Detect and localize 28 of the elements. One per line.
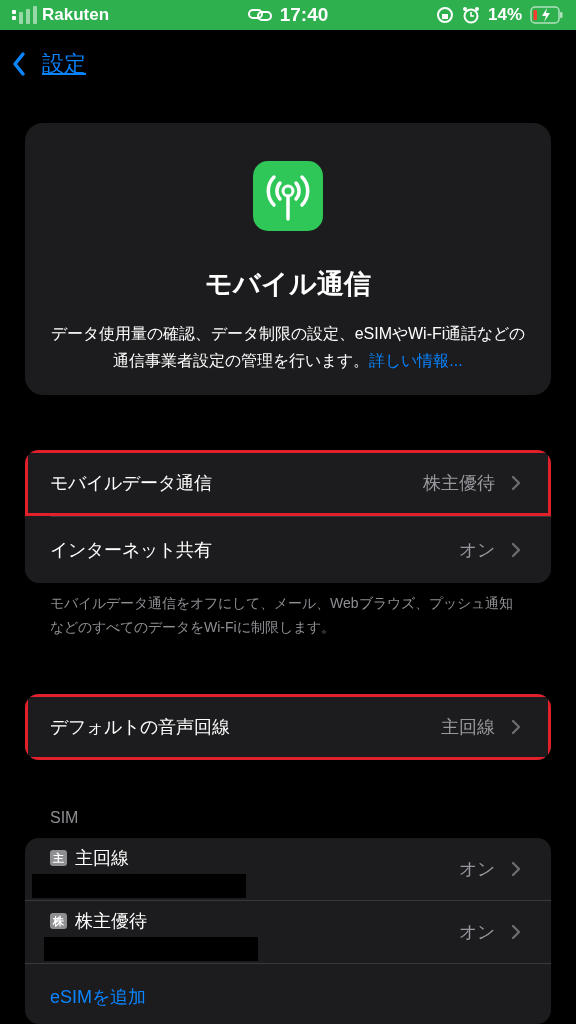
battery-charging-icon: [530, 5, 564, 24]
card-description: データ使用量の確認、データ制限の設定、eSIMやWi-Fi通話などの通信事業者設定の管理を行います。詳しい情報...: [49, 324, 527, 372]
clock-time: 17:40: [279, 2, 329, 27]
card-title: モバイル通信: [205, 267, 371, 301]
learn-more-link[interactable]: 詳しい情報...: [369, 352, 463, 370]
chevron-icon: [511, 719, 521, 736]
chevron-icon: [511, 861, 521, 878]
section-header: SIM: [50, 808, 80, 829]
line-badge: 株: [50, 913, 67, 930]
line-badge: 主: [50, 850, 67, 867]
carrier-name: Rakuten: [42, 4, 110, 27]
chevron-icon: [511, 924, 521, 941]
back-chevron-icon: [12, 50, 26, 77]
alarm-icon: [462, 5, 480, 24]
rotation-lock-icon: [436, 5, 454, 24]
add-esim-link[interactable]: eSIMを追加: [25, 964, 146, 1024]
battery-percent: 14%: [488, 4, 522, 27]
sim-row[interactable]: 主 主回線 オン: [25, 838, 551, 902]
chevron-icon: [511, 542, 521, 559]
antenna-icon: [253, 160, 323, 231]
group-footer: モバイルデータ通信をオフにして、メール、Webブラウズ、プッシュ通知などのすべてのデータをWi-Fiに制限します。: [50, 591, 526, 640]
chevron-icon: [511, 475, 521, 492]
settings-row[interactable]: デフォルトの音声回線 主回線: [25, 694, 551, 761]
link-icon: [247, 7, 272, 22]
sim-row[interactable]: 株 株主優待 オン: [25, 901, 551, 965]
settings-row[interactable]: インターネット共有 オン: [25, 517, 551, 584]
signal-icon: [12, 5, 38, 24]
settings-row[interactable]: モバイルデータ通信 株主優待: [25, 450, 551, 517]
